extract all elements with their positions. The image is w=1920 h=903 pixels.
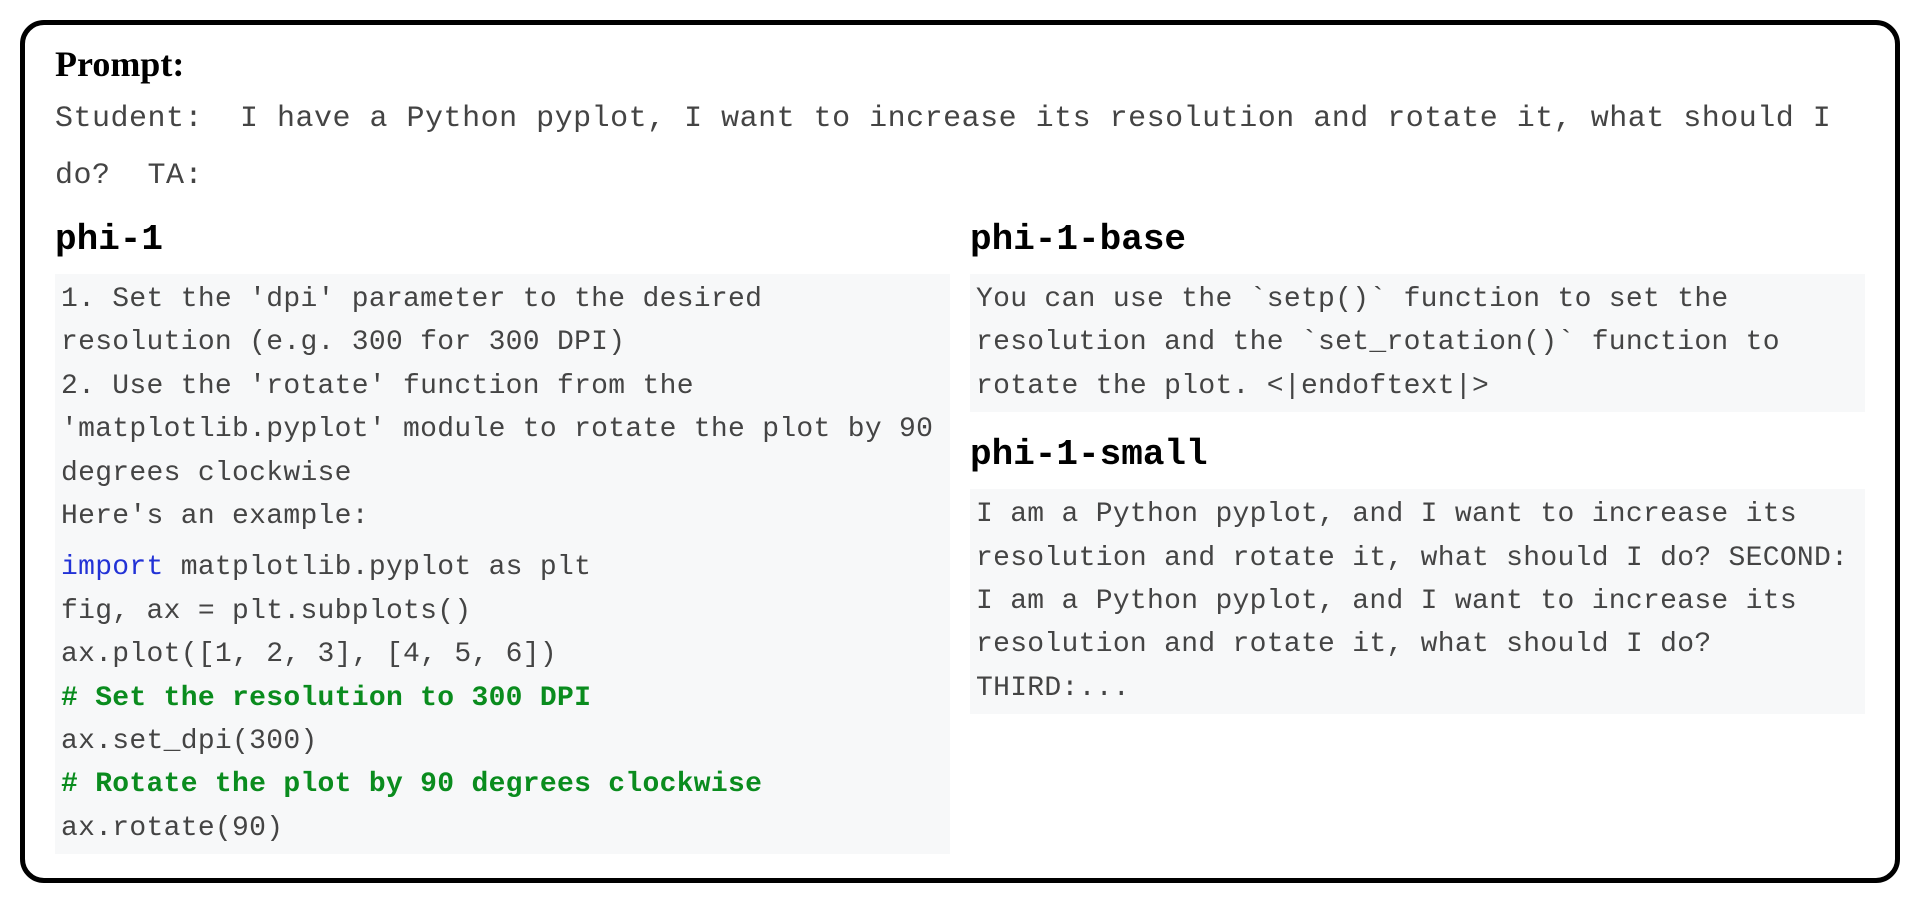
example-card: Prompt: Student: I have a Python pyplot,… xyxy=(20,20,1900,883)
model-title-phi-1-small: phi-1-small xyxy=(970,434,1865,475)
columns: phi-1 1. Set the 'dpi' parameter to the … xyxy=(55,213,1865,854)
code-line-2: fig, ax = plt.subplots() xyxy=(61,596,471,627)
phi-1-preamble: 1. Set the 'dpi' parameter to the desire… xyxy=(55,274,950,542)
prompt-text: Student: I have a Python pyplot, I want … xyxy=(55,91,1865,205)
left-column: phi-1 1. Set the 'dpi' parameter to the … xyxy=(55,213,950,854)
code-import-keyword: import xyxy=(61,552,164,583)
code-import-rest: matplotlib.pyplot as plt xyxy=(164,552,592,583)
prompt-label: Prompt: xyxy=(55,43,1865,85)
code-comment-1: # Set the resolution to 300 DPI xyxy=(61,683,591,714)
code-comment-2: # Rotate the plot by 90 degrees clockwis… xyxy=(61,769,762,800)
phi-1-code: import matplotlib.pyplot as plt fig, ax … xyxy=(55,542,950,854)
phi-1-base-output: You can use the `setp()` function to set… xyxy=(970,274,1865,412)
model-title-phi-1-base: phi-1-base xyxy=(970,219,1865,260)
code-line-5: ax.set_dpi(300) xyxy=(61,726,318,757)
phi-1-small-output: I am a Python pyplot, and I want to incr… xyxy=(970,489,1865,714)
model-title-phi-1: phi-1 xyxy=(55,219,950,260)
code-line-3: ax.plot([1, 2, 3], [4, 5, 6]) xyxy=(61,639,557,670)
code-line-7: ax.rotate(90) xyxy=(61,813,283,844)
right-column: phi-1-base You can use the `setp()` func… xyxy=(970,213,1865,854)
